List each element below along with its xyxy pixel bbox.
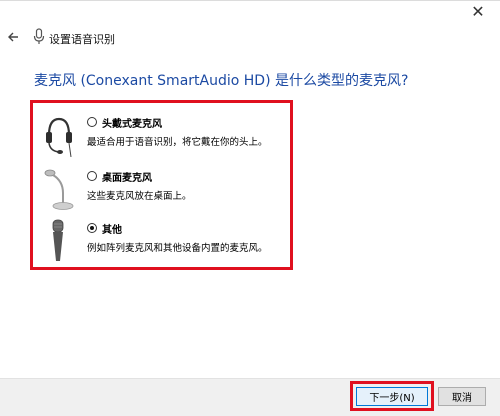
cancel-button[interactable]: 取消 <box>438 387 486 406</box>
radio-other[interactable] <box>87 223 97 233</box>
handheld-microphone-icon <box>52 219 64 261</box>
option-desk[interactable]: 桌面麦克风 这些麦克风放在桌面上。 <box>33 169 290 219</box>
radio-headset[interactable] <box>87 117 97 127</box>
window-border <box>0 0 500 1</box>
desktop-microphone-icon <box>44 169 74 210</box>
page-title: 设置语音识别 <box>49 33 115 46</box>
microphone-options-group: 头戴式麦克风 最适合用于语音识别，将它戴在你的头上。 桌面麦克风 这些麦克风放在… <box>30 100 293 270</box>
window-top-strip: ✕ <box>0 0 500 24</box>
option-headset[interactable]: 头戴式麦克风 最适合用于语音识别，将它戴在你的头上。 <box>33 115 290 165</box>
headset-microphone-icon <box>46 117 72 157</box>
next-button[interactable]: 下一步(N) <box>356 387 428 406</box>
wizard-header: 设置语音识别 <box>0 26 500 50</box>
arrow-left-icon[interactable] <box>6 30 20 44</box>
option-other-description: 例如阵列麦克风和其他设备内置的麦克风。 <box>87 243 268 254</box>
option-other-label: 其他 <box>102 225 122 236</box>
option-desk-label: 桌面麦克风 <box>102 173 152 184</box>
option-desk-description: 这些麦克风放在桌面上。 <box>87 191 192 202</box>
close-button[interactable]: ✕ <box>456 0 500 22</box>
microphone-icon <box>33 28 45 44</box>
option-other[interactable]: 其他 例如阵列麦克风和其他设备内置的麦克风。 <box>33 219 290 271</box>
close-icon: ✕ <box>471 1 485 21</box>
radio-desk[interactable] <box>87 171 97 181</box>
option-headset-description: 最适合用于语音识别，将它戴在你的头上。 <box>87 137 268 148</box>
option-headset-label: 头戴式麦克风 <box>102 119 162 130</box>
question-heading: 麦克风 (Conexant SmartAudio HD) 是什么类型的麦克风? <box>34 73 409 89</box>
